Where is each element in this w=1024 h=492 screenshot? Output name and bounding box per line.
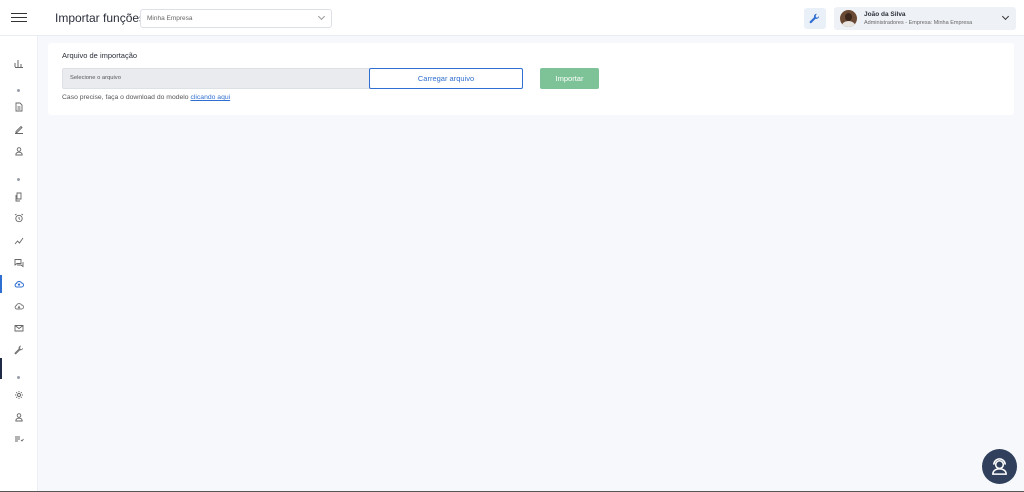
- gear-icon: [15, 391, 23, 399]
- sidebar-item-documents[interactable]: [0, 98, 38, 116]
- scroll-marker: [0, 358, 2, 379]
- user-role: Administradores - Empresa: Minha Empresa: [864, 20, 973, 26]
- sidebar-item-dashboard[interactable]: [0, 54, 38, 72]
- nav-separator-dot: [17, 89, 20, 92]
- chevron-down-icon: [1001, 12, 1010, 21]
- sidebar-item-tools[interactable]: [0, 341, 38, 359]
- document-icon: [15, 102, 23, 112]
- nav-separator-dot: [17, 376, 20, 379]
- cloud-download-icon: [14, 303, 24, 310]
- sidebar-item-alarm[interactable]: [0, 209, 38, 227]
- card-title: Arquivo de importação: [62, 51, 138, 60]
- company-select[interactable]: Minha Empresa: [140, 9, 332, 28]
- bar-chart-icon: [14, 60, 23, 68]
- person-icon: [15, 413, 23, 422]
- menu-icon[interactable]: [11, 10, 27, 26]
- wrench-icon: [809, 13, 820, 24]
- sidebar-item-settings[interactable]: [0, 386, 38, 404]
- nav-separator-dot: [17, 178, 20, 181]
- file-input[interactable]: Selecione o arquivo: [62, 68, 370, 89]
- cloud-upload-icon: [14, 281, 24, 288]
- hint-text: Caso precise, faça o download do modelo: [62, 94, 189, 101]
- download-hint: Caso precise, faça o download do modelo …: [62, 94, 230, 101]
- user-name: João da Silva: [864, 11, 906, 18]
- tools-button[interactable]: [804, 8, 826, 29]
- sidebar-item-trends[interactable]: [0, 232, 38, 250]
- sidebar-item-list[interactable]: [0, 430, 38, 448]
- sidebar-item-mail[interactable]: [0, 319, 38, 337]
- mail-icon: [14, 325, 24, 332]
- trend-line-icon: [14, 237, 24, 245]
- chat-icon: [14, 259, 24, 268]
- sidebar-item-copies[interactable]: [0, 188, 38, 206]
- company-select-value: Minha Empresa: [147, 15, 193, 22]
- user-menu[interactable]: João da Silva Administradores - Empresa:…: [834, 7, 1016, 30]
- pencil-icon: [15, 125, 23, 134]
- support-button[interactable]: [982, 449, 1017, 484]
- load-file-button[interactable]: Carregar arquivo: [369, 68, 523, 89]
- wrench-icon: [14, 345, 24, 355]
- top-bar: Importar funções Minha Empresa João da S…: [0, 0, 1024, 36]
- chevron-down-icon: [317, 12, 326, 21]
- page-title: Importar funções: [55, 11, 146, 25]
- alarm-clock-icon: [14, 213, 24, 223]
- sidebar-item-chat[interactable]: [0, 254, 38, 272]
- import-card: Arquivo de importação Selecione o arquiv…: [48, 43, 1014, 115]
- copy-icon: [15, 192, 22, 202]
- list-icon: [15, 436, 24, 442]
- support-agent-icon: [992, 458, 1007, 475]
- sidebar-item-import[interactable]: [0, 275, 38, 293]
- sidebar-item-edit[interactable]: [0, 120, 38, 138]
- download-template-link[interactable]: clicando aqui: [190, 94, 230, 101]
- import-button[interactable]: Importar: [540, 68, 599, 89]
- sidebar-item-people[interactable]: [0, 142, 38, 160]
- person-icon: [15, 147, 23, 156]
- sidebar-item-users[interactable]: [0, 408, 38, 426]
- avatar: [840, 10, 857, 27]
- sidebar: [0, 36, 38, 492]
- sidebar-item-export[interactable]: [0, 297, 38, 315]
